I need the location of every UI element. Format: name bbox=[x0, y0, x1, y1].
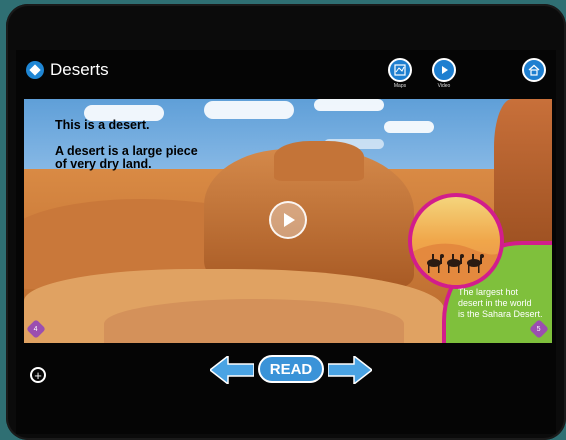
video-button[interactable]: Video bbox=[432, 58, 456, 89]
desert-definition-line2: of very dry land. bbox=[55, 157, 152, 171]
add-button[interactable]: + bbox=[30, 367, 46, 383]
map-icon bbox=[388, 58, 412, 82]
caption-line-3: is the Sahara Desert. bbox=[458, 309, 543, 319]
desert-intro-text: This is a desert. bbox=[55, 118, 150, 132]
maps-label: Maps bbox=[393, 83, 407, 89]
arrow-right-icon bbox=[327, 354, 374, 386]
play-icon bbox=[432, 58, 456, 82]
caption-line-2: desert in the world bbox=[458, 298, 532, 308]
home-button[interactable] bbox=[522, 58, 546, 82]
video-play-button[interactable] bbox=[269, 201, 307, 239]
read-button[interactable]: READ bbox=[258, 355, 324, 383]
video-label: Video bbox=[437, 83, 451, 89]
maps-button[interactable]: Maps bbox=[388, 58, 412, 89]
desert-photo: This is a desert. A desert is a large pi… bbox=[24, 99, 552, 343]
home-icon bbox=[522, 58, 546, 82]
camel-caravan-illustration bbox=[412, 243, 500, 285]
caption-line-1: The largest hot bbox=[458, 287, 519, 297]
plus-icon: + bbox=[34, 367, 42, 383]
app-title: Deserts bbox=[26, 60, 109, 80]
diamond-logo-icon bbox=[26, 61, 44, 79]
sahara-inset-image bbox=[408, 193, 504, 289]
arrow-left-icon bbox=[208, 354, 255, 386]
previous-page-button[interactable] bbox=[208, 354, 255, 386]
next-page-button[interactable] bbox=[327, 354, 374, 386]
page-title: Deserts bbox=[50, 60, 109, 79]
